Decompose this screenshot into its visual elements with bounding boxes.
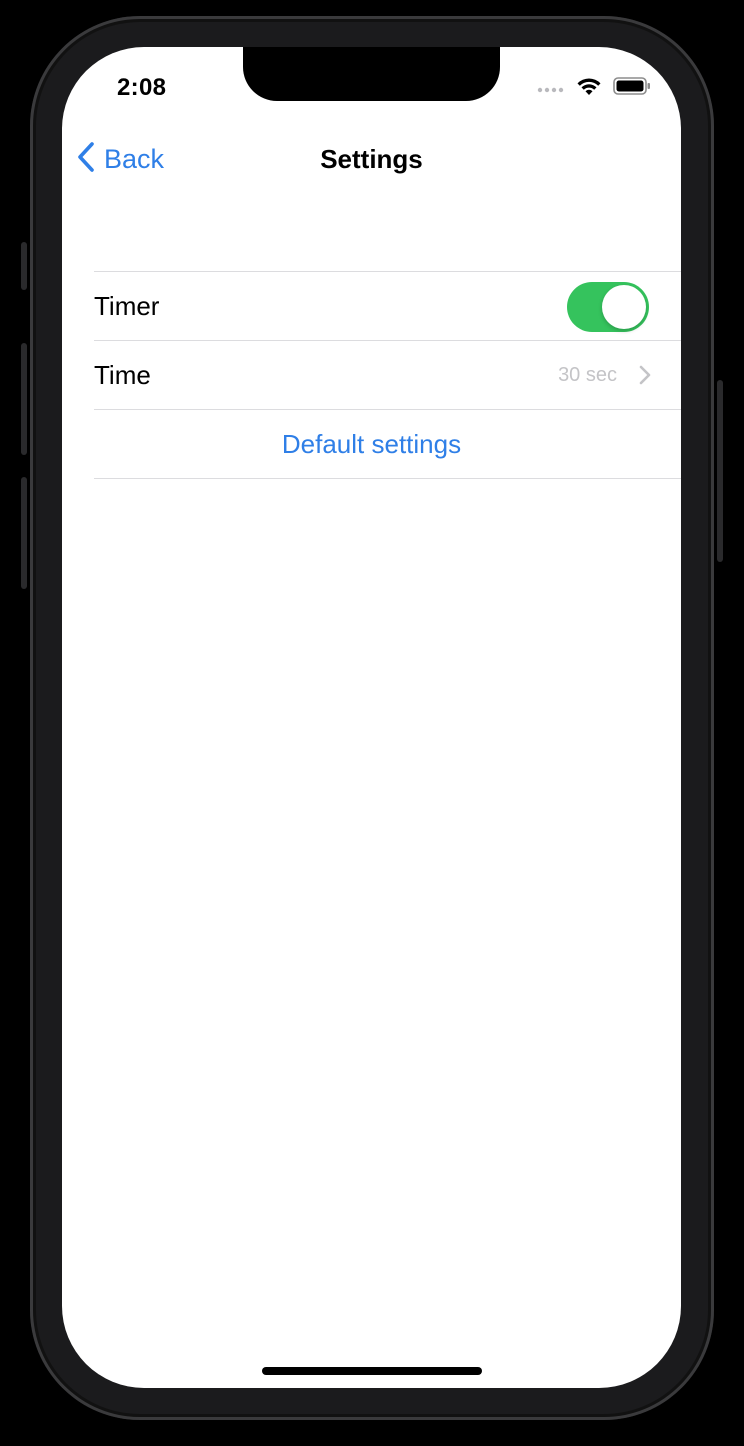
volume-up-button	[21, 343, 27, 455]
navigation-bar: Back Settings	[62, 135, 681, 183]
mute-switch	[21, 242, 27, 290]
time-label: Time	[94, 359, 151, 390]
default-settings-label: Default settings	[281, 428, 462, 459]
page-title: Settings	[320, 144, 423, 174]
time-value: 30 sec	[558, 363, 617, 386]
cellular-signal-icon	[537, 80, 565, 98]
chevron-right-icon	[639, 365, 651, 390]
settings-list: Timer Time 30 sec Default settings	[94, 271, 681, 479]
toggle-knob	[602, 285, 646, 329]
status-icons	[537, 75, 651, 102]
timer-label: Timer	[94, 290, 160, 321]
home-indicator[interactable]	[262, 1367, 482, 1375]
timer-row: Timer	[94, 272, 681, 341]
timer-toggle[interactable]	[567, 282, 649, 332]
volume-down-button	[21, 477, 27, 589]
wifi-icon	[575, 75, 603, 102]
notch	[243, 47, 500, 101]
status-time: 2:08	[117, 74, 167, 101]
battery-icon	[613, 76, 651, 101]
default-settings-button[interactable]: Default settings	[94, 410, 681, 479]
power-button	[717, 380, 723, 562]
phone-screen: 2:08 Back Settings Timer Time 30 sec Def…	[62, 47, 681, 1388]
time-row[interactable]: Time 30 sec	[94, 341, 681, 410]
